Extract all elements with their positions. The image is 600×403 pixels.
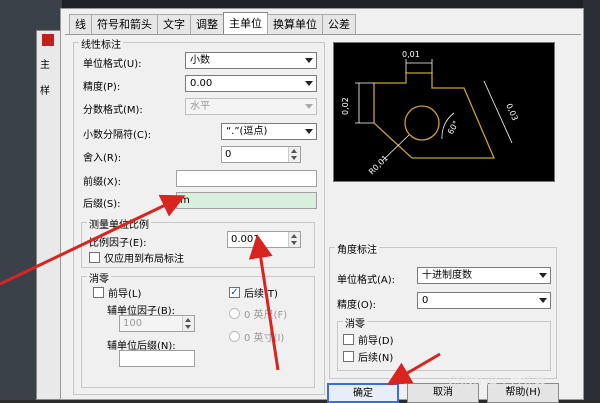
round-off-input[interactable]: 0 bbox=[221, 146, 301, 163]
dim-text: 0,02 bbox=[341, 97, 350, 115]
app-icon bbox=[42, 34, 54, 46]
scale-factor-label: 比例因子(E): bbox=[89, 238, 147, 249]
tab-fit[interactable]: 调整 bbox=[190, 14, 224, 34]
spinner-buttons[interactable] bbox=[182, 316, 194, 331]
arrow-down-icon bbox=[185, 325, 191, 329]
group-title: 消零 bbox=[87, 270, 111, 285]
precision-label: 精度(P): bbox=[83, 82, 121, 93]
checkbox-box bbox=[343, 351, 354, 362]
fraction-format-select[interactable]: 水平 bbox=[185, 98, 317, 115]
group-title: 测量单位比例 bbox=[87, 216, 151, 231]
chevron-down-icon bbox=[305, 81, 313, 86]
group-title: 角度标注 bbox=[335, 241, 379, 256]
dim-text: 60° bbox=[446, 119, 461, 136]
chevron-down-icon bbox=[539, 298, 547, 303]
spinner-buttons[interactable] bbox=[288, 147, 300, 162]
tab-symbols-arrows[interactable]: 符号和箭头 bbox=[91, 14, 158, 34]
angular-precision-select[interactable]: 0 bbox=[417, 292, 551, 309]
sub-unit-factor-input[interactable]: 100 bbox=[119, 315, 195, 332]
spinner-buttons[interactable] bbox=[288, 232, 300, 247]
arrow-down-icon bbox=[291, 156, 297, 160]
angular-leading-zero-checkbox[interactable]: 前导(D) bbox=[343, 332, 394, 347]
tab-primary-units[interactable]: 主单位 bbox=[223, 12, 268, 34]
group-title: 线性标注 bbox=[79, 36, 123, 51]
unit-format-label: 单位格式(U): bbox=[83, 59, 142, 70]
checkbox-box bbox=[89, 252, 100, 263]
prefix-input[interactable] bbox=[176, 170, 317, 187]
decimal-separator-select[interactable]: “.”(逗点) bbox=[221, 123, 317, 140]
prefix-label: 前缀(X): bbox=[83, 177, 122, 188]
chevron-down-icon bbox=[305, 104, 313, 109]
checkmark-icon: ✓ bbox=[229, 287, 240, 298]
watermark: CSDN @十六先森 bbox=[448, 374, 547, 388]
scale-factor-input[interactable]: 0.001 bbox=[227, 231, 301, 248]
tab-divider bbox=[65, 34, 581, 35]
angular-precision-label: 精度(O): bbox=[337, 300, 377, 311]
dim-text: R0,01 bbox=[367, 154, 390, 177]
tab-alternate-units[interactable]: 换算单位 bbox=[267, 14, 323, 34]
fraction-format-label: 分数格式(M): bbox=[83, 105, 143, 116]
dim-text: 0,01 bbox=[402, 50, 420, 59]
tab-text[interactable]: 文字 bbox=[157, 14, 191, 34]
preview-pane: 0,01 0,02 0,03 60° R0,01 bbox=[333, 42, 555, 182]
zero-inches-checkbox[interactable]: 0 英寸(I) bbox=[229, 329, 284, 344]
suffix-label: 后缀(S): bbox=[83, 199, 121, 210]
angular-unit-format-label: 单位格式(A): bbox=[337, 275, 396, 286]
suffix-input[interactable]: m bbox=[176, 192, 317, 209]
checkbox-box bbox=[229, 308, 240, 319]
arrow-down-icon bbox=[291, 241, 297, 245]
tab-lines[interactable]: 线 bbox=[69, 14, 92, 34]
tab-bar: 线 符号和箭头 文字 调整 主单位 换算单位 公差 bbox=[69, 12, 356, 34]
checkbox-box bbox=[93, 287, 104, 298]
leading-zero-checkbox[interactable]: 前导(L) bbox=[93, 285, 141, 300]
apply-to-layout-checkbox[interactable]: 仅应用到布局标注 bbox=[89, 250, 184, 265]
zero-feet-checkbox[interactable]: 0 英尺(F) bbox=[229, 306, 287, 321]
ok-button[interactable]: 确定 bbox=[327, 383, 399, 403]
checkbox-box bbox=[229, 331, 240, 342]
background-scrollbar bbox=[583, 0, 600, 400]
angular-unit-format-select[interactable]: 十进制度数 bbox=[417, 267, 551, 284]
preview-shape bbox=[373, 72, 495, 159]
chevron-down-icon bbox=[539, 273, 547, 278]
background-label: 样 bbox=[40, 86, 50, 97]
round-off-label: 舍入(R): bbox=[83, 153, 122, 164]
arrow-up-icon bbox=[291, 234, 297, 238]
precision-select[interactable]: 0.00 bbox=[185, 75, 317, 92]
chevron-down-icon bbox=[305, 129, 313, 134]
dimension-preview-drawing: 0,01 0,02 0,03 60° R0,01 bbox=[341, 50, 520, 177]
checkbox-box bbox=[343, 334, 354, 345]
trailing-zero-checkbox[interactable]: ✓ 后续(T) bbox=[229, 285, 278, 300]
group-title: 消零 bbox=[343, 315, 367, 330]
decimal-separator-label: 小数分隔符(C): bbox=[83, 130, 152, 141]
preview-circle bbox=[404, 105, 440, 141]
angular-trailing-zero-checkbox[interactable]: 后续(N) bbox=[343, 349, 393, 364]
dim-text: 0,03 bbox=[504, 102, 519, 122]
arrow-up-icon bbox=[185, 318, 191, 322]
sub-unit-suffix-input[interactable] bbox=[119, 350, 195, 367]
dimension-style-dialog: 线 符号和箭头 文字 调整 主单位 换算单位 公差 线性标注 单位格式(U): … bbox=[60, 8, 584, 403]
tab-tolerances[interactable]: 公差 bbox=[322, 14, 356, 34]
arrow-up-icon bbox=[291, 149, 297, 153]
unit-format-select[interactable]: 小数 bbox=[185, 52, 317, 69]
background-label: 主 bbox=[40, 60, 50, 71]
chevron-down-icon bbox=[305, 58, 313, 63]
